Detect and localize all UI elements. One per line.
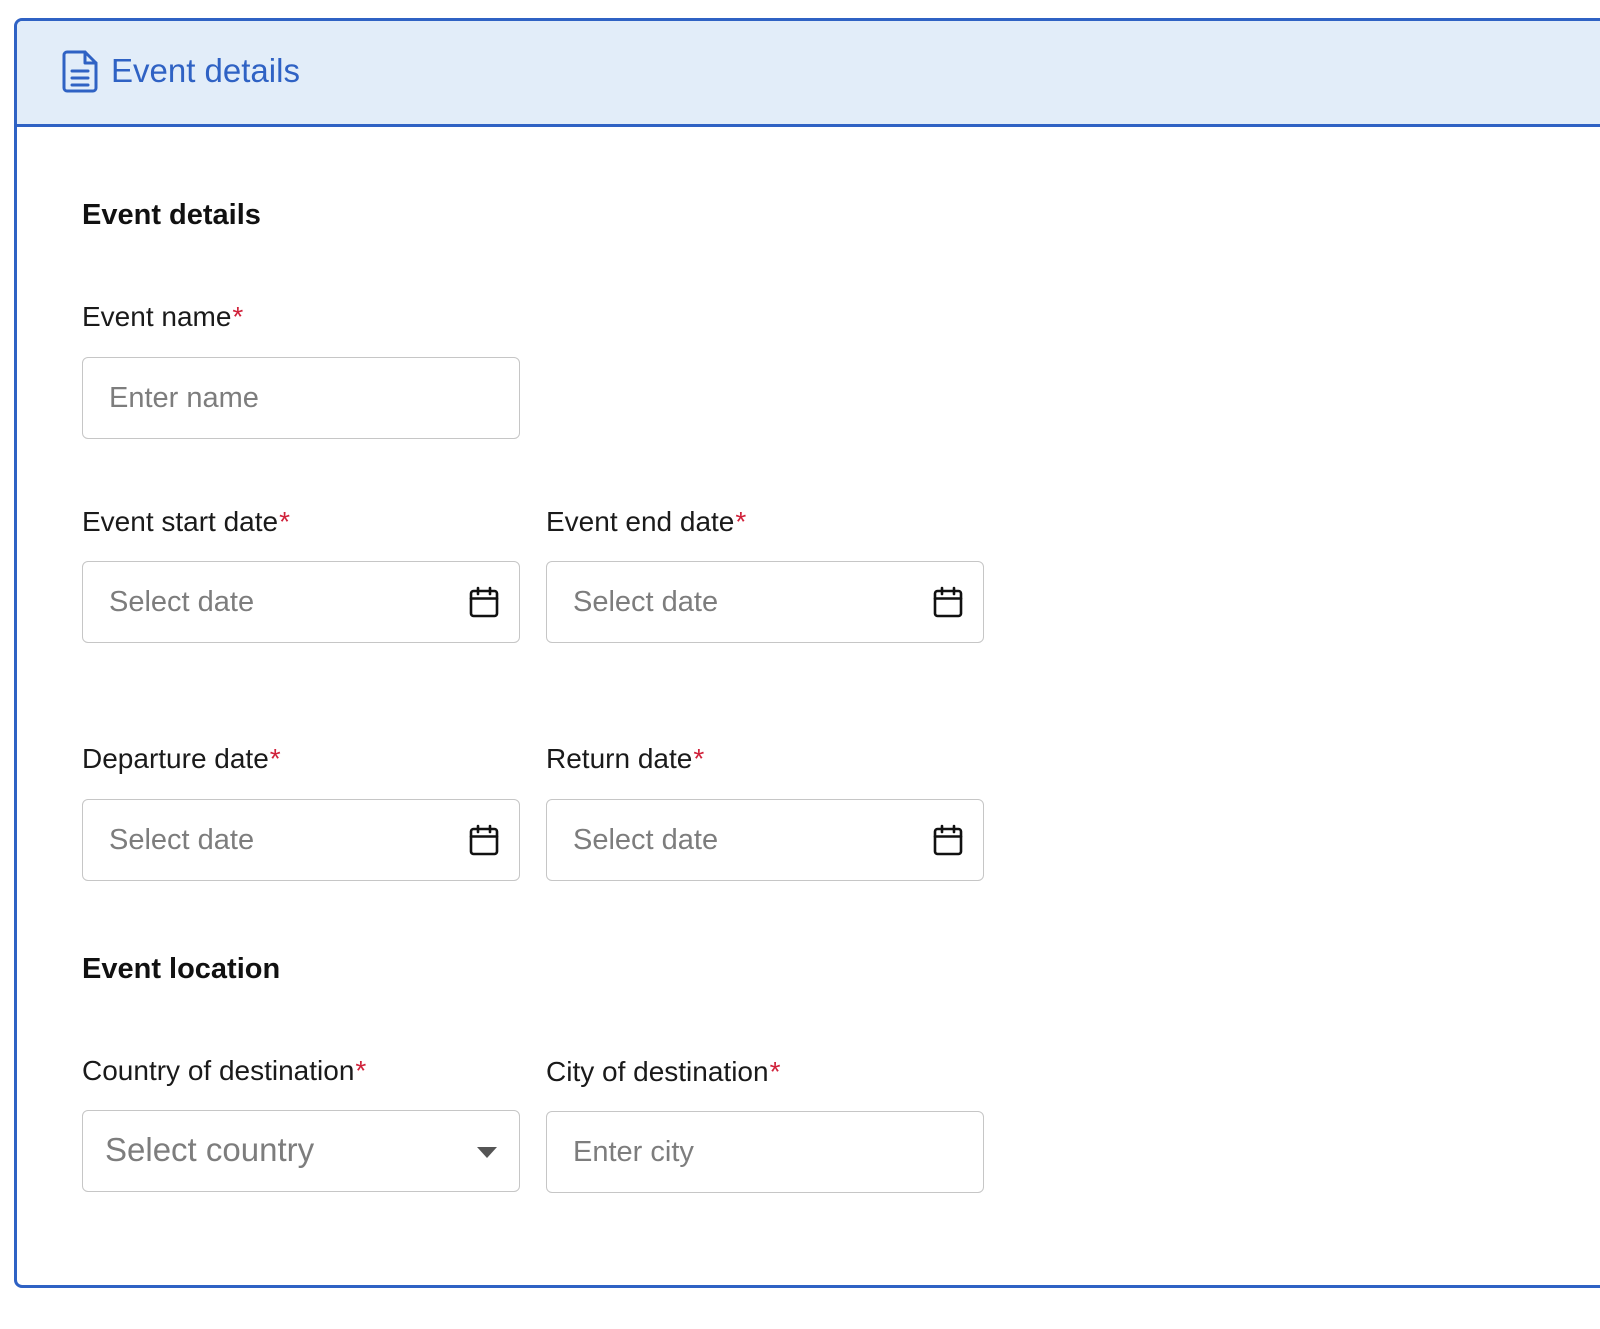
section-title-event-details: Event details (82, 199, 261, 231)
calendar-icon[interactable] (933, 824, 963, 856)
calendar-icon[interactable] (933, 586, 963, 618)
departure-date-picker[interactable]: Select date (82, 799, 520, 881)
event-start-date-label: Event start date* (82, 506, 291, 537)
event-end-date-picker[interactable]: Select date (546, 561, 984, 643)
event-start-date-picker[interactable]: Select date (82, 561, 520, 643)
event-name-input[interactable]: Enter name (82, 357, 520, 439)
event-details-panel: Event details Event details Event name* … (14, 18, 1600, 1288)
required-marker: * (693, 743, 705, 774)
required-marker: * (279, 506, 291, 537)
return-date-picker[interactable]: Select date (546, 799, 984, 881)
event-name-placeholder: Enter name (109, 382, 259, 414)
calendar-icon[interactable] (469, 824, 499, 856)
event-end-date-placeholder: Select date (573, 586, 719, 618)
event-start-date-placeholder: Select date (109, 586, 255, 618)
country-label: Country of destination* (82, 1055, 367, 1086)
panel-header: Event details (17, 21, 1600, 127)
section-title-event-location: Event location (82, 953, 281, 985)
return-date-placeholder: Select date (573, 824, 719, 856)
required-marker: * (269, 743, 281, 774)
departure-date-label: Departure date* (82, 743, 281, 774)
required-marker: * (769, 1056, 781, 1087)
required-marker: * (735, 506, 747, 537)
city-label: City of destination* (546, 1056, 781, 1087)
country-select[interactable]: Select country (82, 1110, 520, 1192)
return-date-label: Return date* (546, 743, 705, 774)
departure-date-placeholder: Select date (109, 824, 255, 856)
required-marker: * (355, 1055, 367, 1086)
event-name-label: Event name* (82, 301, 244, 332)
calendar-icon[interactable] (469, 586, 499, 618)
caret-down-icon[interactable] (477, 1147, 497, 1158)
city-input[interactable]: Enter city (546, 1111, 984, 1193)
city-placeholder: Enter city (573, 1136, 694, 1168)
document-icon (62, 50, 98, 93)
required-marker: * (232, 301, 244, 332)
event-end-date-label: Event end date* (546, 506, 747, 537)
country-placeholder: Select country (105, 1131, 315, 1168)
panel-title: Event details (111, 52, 300, 89)
